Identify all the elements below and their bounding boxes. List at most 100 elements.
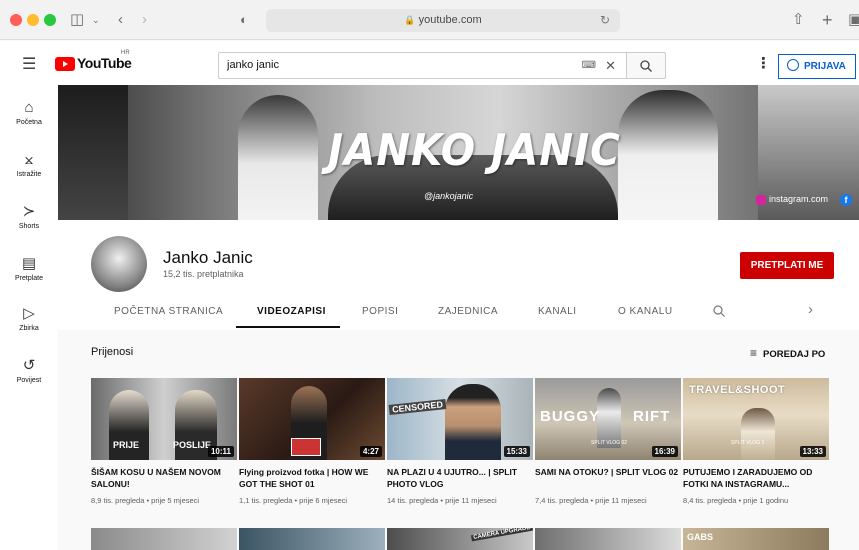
tab-home[interactable]: POČETNA STRANICA — [114, 306, 223, 317]
video-thumbnail[interactable] — [535, 528, 681, 550]
video-duration: 13:33 — [799, 446, 826, 457]
sidebar-item-history[interactable]: ↺ Povijest — [0, 357, 58, 384]
channel-search-icon[interactable] — [713, 305, 725, 317]
chevron-down-icon[interactable]: ⌄ — [92, 10, 100, 30]
video-thumbnail[interactable]: CENSORED 15:33 — [387, 378, 533, 460]
sidebar-item-label: Zbirka — [19, 325, 39, 332]
home-icon: ⌂ — [24, 99, 34, 116]
chevron-right-icon[interactable]: › — [808, 301, 813, 318]
video-card[interactable]: CENSORED 15:33 NA PLAZI U 4 UJUTRO... | … — [387, 378, 533, 505]
thumbnail-text: SPLIT VLOG 1 — [731, 440, 765, 446]
tab-videos[interactable]: VIDEOZAPISI — [257, 306, 326, 317]
tab-channels[interactable]: KANALI — [538, 306, 577, 317]
thumbnail-person — [597, 388, 621, 448]
banner-instagram-link[interactable]: instagram.com — [756, 194, 828, 205]
thumbnail-text: RIFT — [633, 408, 671, 425]
logo-region: HR — [121, 50, 130, 56]
tab-playlists[interactable]: POPISI — [362, 306, 398, 317]
facebook-icon[interactable]: f — [840, 194, 852, 206]
sidebar-item-label: Shorts — [18, 223, 40, 230]
video-title[interactable]: SAMI NA OTOKU? | SPLIT VLOG 02 — [535, 466, 681, 490]
library-icon: ▷ — [23, 305, 35, 322]
clear-search-icon[interactable]: ✕ — [605, 53, 616, 78]
sort-icon: ≡ — [750, 346, 758, 360]
reload-icon[interactable]: ↻ — [600, 9, 610, 32]
channel-header: Janko Janic 15,2 tis. pretplatnika PRETP… — [58, 220, 859, 330]
sidebar-item-shorts[interactable]: ≻ Shorts — [0, 203, 58, 230]
thumbnail-text: TRAVEL&SHOOT — [689, 384, 786, 396]
video-thumbnail[interactable] — [91, 528, 237, 550]
video-title[interactable]: PUTUJEMO I ZARADUJEMO OD FOTKI NA INSTAG… — [683, 466, 829, 490]
keyboard-icon[interactable]: ⌨ — [582, 53, 596, 78]
sign-in-label: PRIJAVA — [804, 61, 846, 72]
video-card[interactable]: BUGGY RIFT SPLIT VLOG 02 16:39 SAMI NA O… — [535, 378, 681, 505]
tabs-overview-icon[interactable]: ▣ — [848, 10, 859, 30]
video-card[interactable]: PRIJE POSLIJE 10:11 ŠIŠAM KOSU U NAŠEM N… — [91, 378, 237, 505]
thumbnail-person — [445, 384, 501, 460]
new-tab-icon[interactable]: + — [822, 10, 833, 30]
video-card[interactable]: TRAVEL&SHOOT SPLIT VLOG 1 13:33 PUTUJEMO… — [683, 378, 829, 505]
video-thumbnail[interactable]: 4:27 — [239, 378, 385, 460]
banner-title: JANKO JANIC — [328, 125, 621, 176]
sidebar-toggle-icon[interactable]: ◫ — [70, 10, 84, 30]
more-options-icon[interactable]: ⋮ — [756, 54, 771, 72]
video-thumbnail[interactable]: PRIJE POSLIJE 10:11 — [91, 378, 237, 460]
video-thumbnail[interactable]: BUGGY RIFT SPLIT VLOG 02 16:39 — [535, 378, 681, 460]
video-thumbnail[interactable]: CAMERA UPGRADE — [387, 528, 533, 550]
thumbnail-product-icon — [291, 438, 321, 456]
sign-in-button[interactable]: PRIJAVA — [778, 54, 856, 79]
menu-icon[interactable]: ☰ — [22, 54, 36, 74]
section-title: Prijenosi — [91, 346, 134, 358]
video-meta: 8,4 tis. pregleda • prije 1 godinu — [683, 496, 789, 505]
video-title[interactable]: NA PLAZI U 4 UJUTRO... | SPLIT PHOTO VLO… — [387, 466, 533, 490]
thumbnail-person — [741, 408, 775, 460]
active-tab-indicator — [236, 326, 340, 328]
share-icon[interactable]: ⇧ — [792, 10, 805, 30]
search-button[interactable] — [626, 52, 666, 79]
sidebar-item-explore[interactable]: ⨲ Istražite — [0, 151, 58, 178]
zoom-window-button[interactable] — [44, 14, 56, 26]
thumbnail-text: PRIJE — [113, 440, 140, 450]
video-meta: 7,4 tis. pregleda • prije 11 mjeseci — [535, 496, 647, 505]
forward-icon[interactable]: › — [142, 10, 147, 30]
sidebar-item-library[interactable]: ▷ Zbirka — [0, 305, 58, 332]
sidebar-item-home[interactable]: ⌂ Početna — [0, 99, 58, 126]
sort-button[interactable]: ≡ POREDAJ PO — [750, 346, 825, 360]
video-thumbnail[interactable]: TRAVEL&SHOOT SPLIT VLOG 1 13:33 — [683, 378, 829, 460]
sidebar-item-label: Početna — [16, 119, 42, 126]
compass-icon: ⨲ — [24, 151, 34, 168]
sidebar: ⌂ Početna ⨲ Istražite ≻ Shorts ▤ Pretpla… — [0, 85, 58, 550]
instagram-icon — [756, 194, 766, 205]
shorts-icon: ≻ — [22, 203, 36, 220]
subscribe-label: PRETPLATI ME — [750, 260, 824, 271]
video-duration: 15:33 — [503, 446, 530, 457]
channel-avatar[interactable] — [91, 236, 147, 292]
close-window-button[interactable] — [10, 14, 22, 26]
address-bar[interactable]: 🔒 youtube.com ↻ — [266, 9, 620, 32]
privacy-shield-icon[interactable]: ◐ — [240, 10, 248, 30]
search-value: janko janic — [227, 59, 279, 71]
url-text: youtube.com — [418, 14, 482, 26]
thumbnail-text: CAMERA UPGRADE — [470, 528, 533, 542]
sidebar-item-subscriptions[interactable]: ▤ Pretplate — [0, 255, 58, 282]
back-icon[interactable]: ‹ — [118, 10, 123, 30]
minimize-window-button[interactable] — [27, 14, 39, 26]
banner-person-left — [238, 95, 318, 220]
video-title[interactable]: Flying proizvod fotka | HOW WE GOT THE S… — [239, 466, 385, 490]
tab-about[interactable]: O KANALU — [618, 306, 673, 317]
video-title[interactable]: ŠIŠAM KOSU U NAŠEM NOVOM SALONU! — [91, 466, 237, 490]
banner-link-text: instagram.com — [769, 194, 829, 204]
subscriber-count: 15,2 tis. pretplatnika — [163, 269, 244, 279]
subscribe-button[interactable]: PRETPLATI ME — [740, 252, 834, 279]
account-icon — [787, 59, 799, 72]
banner-photo-left — [58, 85, 128, 220]
banner-person-right — [618, 90, 718, 220]
search-input[interactable]: janko janic ⌨ ✕ — [218, 52, 626, 79]
thumbnail-text: CENSORED — [388, 399, 447, 415]
video-thumbnail[interactable] — [239, 528, 385, 550]
tab-community[interactable]: ZAJEDNICA — [438, 306, 498, 317]
video-card[interactable]: 4:27 Flying proizvod fotka | HOW WE GOT … — [239, 378, 385, 505]
history-icon: ↺ — [22, 357, 36, 374]
video-duration: 4:27 — [359, 446, 382, 457]
video-thumbnail[interactable]: GABS — [683, 528, 829, 550]
